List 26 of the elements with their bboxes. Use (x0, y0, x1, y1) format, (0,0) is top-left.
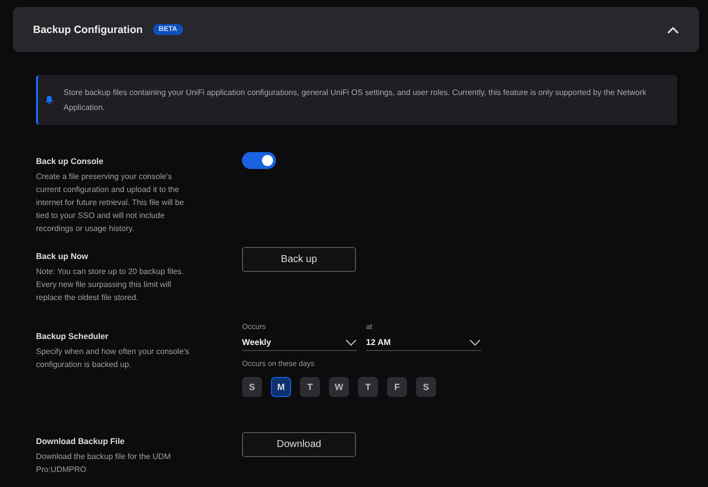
setting-description: Specify when and how often your console's configuration is backed up. (36, 346, 190, 371)
setting-description: Note: You can store up to 20 backup files. Every new file surpassing this limit will replace the oldest file stored. (36, 266, 185, 304)
day-toggle[interactable]: W (329, 377, 349, 397)
dropdown-select[interactable]: 12 AM (366, 331, 481, 351)
action-button[interactable]: Back up (242, 247, 356, 272)
info-text: Store backup files containing your UniFi application configurations, general UniFi OS settings, and user roles. Currently, this feature is only supported by the Network Application. (64, 87, 648, 114)
chevron-down-icon (345, 338, 357, 346)
setting-description: Create a file preserving your console's current configuration and upload it to the internet for future retrieval. This file will be tied to your SSO and will not include recordings or usage history. (36, 171, 185, 235)
setting-title: Download Backup File (36, 436, 126, 446)
setting-title: Back up Now (36, 251, 90, 261)
setting-title: Backup Scheduler (36, 331, 110, 341)
day-toggle[interactable]: S (416, 377, 436, 397)
chevron-down-icon (469, 338, 481, 346)
day-toggle[interactable]: F (387, 377, 407, 397)
day-toggle[interactable]: T (300, 377, 320, 397)
day-toggle[interactable]: S (242, 377, 262, 397)
day-toggle[interactable]: M (271, 377, 291, 397)
action-button[interactable]: Download (242, 432, 356, 457)
section-title: Backup Configuration (33, 24, 143, 36)
toggle-switch[interactable] (242, 152, 276, 169)
chevron-icon[interactable] (667, 26, 679, 34)
setting-description: Download the backup file for the UDM Pro:UDMPRO (36, 451, 172, 476)
dropdown-select[interactable]: Weekly (242, 331, 357, 351)
bell-icon (45, 95, 54, 105)
day-toggle[interactable]: T (358, 377, 378, 397)
setting-title: Back up Console (36, 156, 104, 166)
